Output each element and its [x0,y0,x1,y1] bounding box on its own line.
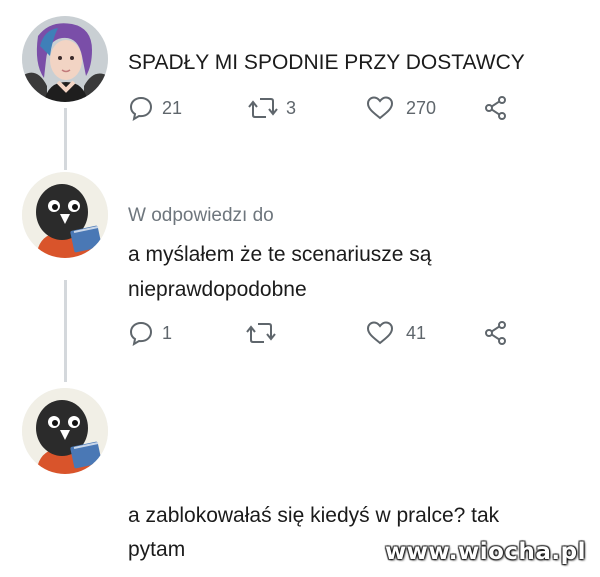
speech-bubble-icon [129,321,153,346]
like-count: 270 [406,97,437,118]
share-icon [485,96,506,120]
tweet-2-text-line-1: a myślałem że te scenariusze są [128,243,432,266]
tweet-1-actions: 21 3 270 [128,95,528,125]
tweet-3-text-line-2: pytam [128,538,186,561]
share-button[interactable] [483,95,509,121]
heart-icon [366,321,394,345]
avatar-bird-2[interactable] [22,388,108,474]
girl-avatar-icon [22,16,108,102]
reply-count: 1 [162,322,173,343]
tweet-1-text: SPADŁY MI SPODNIE PRZY DOSTAWCY [128,51,525,74]
retweet-button[interactable]: 3 [248,95,296,121]
share-button[interactable] [483,320,509,346]
reply-button[interactable]: 21 [128,95,182,121]
bird-reading-book-icon [22,388,108,474]
heart-icon [366,96,394,120]
thread-line-2 [64,280,67,382]
retweet-button[interactable] [246,320,276,346]
retweet-arrows-icon [246,323,276,343]
speech-bubble-icon [129,96,153,121]
share-icon [485,321,506,345]
reply-button[interactable]: 1 [128,320,172,346]
like-button[interactable]: 41 [366,320,426,346]
tweet-3-text-line-1: a zablokowałaś się kiedyś w pralce? tak [128,504,500,527]
like-count: 41 [406,322,427,343]
like-button[interactable]: 270 [366,95,436,121]
retweet-arrows-icon [248,98,278,118]
bird-reading-book-icon [22,172,108,258]
watermark: www.wiocha.pl [384,539,586,565]
reply-to-label[interactable]: W odpowiedzı do [128,205,274,227]
avatar-bird-1[interactable] [22,172,108,258]
reply-count: 21 [162,97,183,118]
tweet-2-text-line-2: nieprawdopodobne [128,278,307,301]
retweet-count: 3 [286,97,297,118]
avatar-girl[interactable] [22,16,108,102]
thread-line-1 [64,108,67,170]
tweet-2-actions: 1 41 [128,320,528,350]
